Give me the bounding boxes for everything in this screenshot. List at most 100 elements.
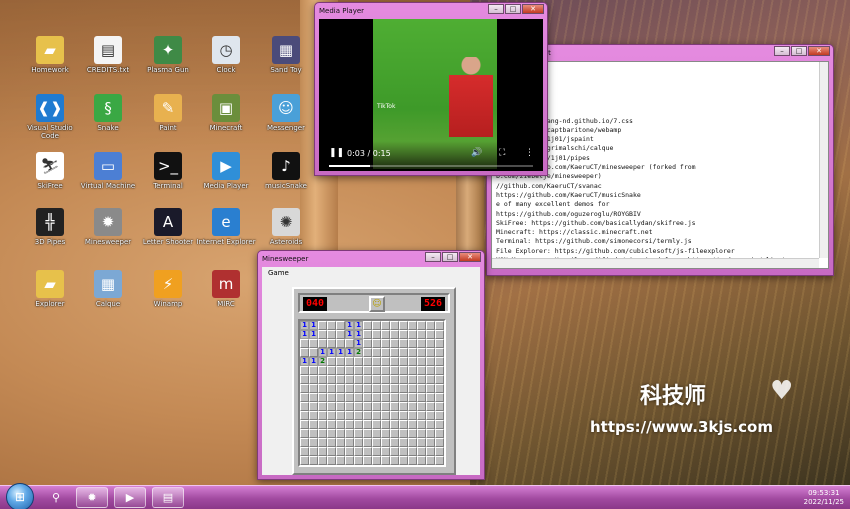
mine-cell[interactable] — [417, 330, 426, 339]
desktop-icon-plasma-gun[interactable]: ✦ Plasma Gun — [138, 36, 198, 74]
mine-cell[interactable] — [336, 456, 345, 465]
mine-cell[interactable] — [309, 438, 318, 447]
mine-cell[interactable] — [300, 348, 309, 357]
mine-cell[interactable] — [318, 339, 327, 348]
desktop-icon-folder[interactable]: ▰ Homework — [20, 36, 80, 74]
mine-cell[interactable] — [345, 366, 354, 375]
mine-cell[interactable] — [408, 330, 417, 339]
mine-cell[interactable] — [300, 429, 309, 438]
mine-cell[interactable] — [399, 429, 408, 438]
mine-cell[interactable] — [372, 402, 381, 411]
mine-cell[interactable] — [318, 393, 327, 402]
mine-cell[interactable]: 1 — [309, 321, 318, 330]
mine-cell[interactable] — [390, 420, 399, 429]
mine-cell[interactable] — [408, 366, 417, 375]
mine-cell[interactable] — [345, 384, 354, 393]
mine-cell[interactable] — [300, 339, 309, 348]
mine-cell[interactable] — [372, 321, 381, 330]
mine-cell[interactable] — [327, 321, 336, 330]
mine-cell[interactable] — [300, 393, 309, 402]
mine-cell[interactable] — [354, 357, 363, 366]
taskbar-text-editor[interactable]: ▤ — [152, 487, 184, 508]
mine-cell[interactable] — [408, 429, 417, 438]
mine-cell[interactable] — [381, 438, 390, 447]
desktop-icon-pipes[interactable]: ╬ 3D Pipes — [20, 208, 80, 246]
mine-cell[interactable] — [390, 393, 399, 402]
mine-cell[interactable]: 1 — [300, 321, 309, 330]
mine-cell[interactable] — [435, 456, 444, 465]
mine-cell[interactable] — [372, 411, 381, 420]
mine-cell[interactable] — [300, 384, 309, 393]
mine-cell[interactable] — [363, 348, 372, 357]
mine-cell[interactable] — [390, 339, 399, 348]
taskbar-minesweeper[interactable]: ✹ — [76, 487, 108, 508]
desktop-icon-minecraft[interactable]: ▣ Minecraft — [196, 94, 256, 132]
mine-cell[interactable] — [435, 375, 444, 384]
mine-cell[interactable] — [345, 429, 354, 438]
mine-cell[interactable] — [300, 456, 309, 465]
mine-cell[interactable]: 1 — [345, 348, 354, 357]
mine-cell[interactable] — [372, 438, 381, 447]
minimize-button[interactable]: – — [774, 46, 790, 56]
mine-cell[interactable]: 1 — [309, 357, 318, 366]
mine-cell[interactable] — [390, 366, 399, 375]
mine-cell[interactable] — [417, 429, 426, 438]
mine-cell[interactable] — [399, 402, 408, 411]
mine-cell[interactable] — [354, 366, 363, 375]
mine-cell[interactable] — [426, 339, 435, 348]
mine-cell[interactable] — [309, 384, 318, 393]
desktop-icon-terminal[interactable]: >_ Terminal — [138, 152, 198, 190]
mine-cell[interactable] — [408, 357, 417, 366]
mine-cell[interactable] — [300, 366, 309, 375]
mine-cell[interactable]: 1 — [300, 357, 309, 366]
mine-cell[interactable] — [345, 447, 354, 456]
mine-cell[interactable] — [435, 429, 444, 438]
mine-cell[interactable] — [417, 357, 426, 366]
mine-cell[interactable] — [435, 447, 444, 456]
mine-cell[interactable] — [372, 339, 381, 348]
desktop-icon-asteroids[interactable]: ✺ Asteroids — [256, 208, 316, 246]
mine-cell[interactable] — [327, 384, 336, 393]
mine-cell[interactable]: 1 — [345, 321, 354, 330]
mine-cell[interactable] — [300, 375, 309, 384]
desktop-icon-messenger[interactable]: ☺ Messenger — [256, 94, 316, 132]
mine-cell[interactable] — [309, 447, 318, 456]
mine-cell[interactable] — [372, 348, 381, 357]
mine-cell[interactable] — [417, 420, 426, 429]
mine-cell[interactable] — [300, 402, 309, 411]
mine-cell[interactable] — [435, 402, 444, 411]
mine-cell[interactable] — [417, 348, 426, 357]
mine-cell[interactable] — [372, 366, 381, 375]
mine-cell[interactable]: 1 — [318, 348, 327, 357]
mine-cell[interactable] — [354, 411, 363, 420]
mine-cell[interactable] — [426, 321, 435, 330]
mine-cell[interactable] — [435, 321, 444, 330]
more-options-icon[interactable]: ⋮ — [525, 148, 534, 158]
desktop-icon-sand-toy[interactable]: ▦ Sand Toy — [256, 36, 316, 74]
mine-cell[interactable] — [399, 357, 408, 366]
mine-cell[interactable] — [417, 339, 426, 348]
search-icon[interactable]: ⚲ — [52, 491, 60, 504]
mine-cell[interactable] — [417, 366, 426, 375]
mine-cell[interactable] — [327, 402, 336, 411]
mine-cell[interactable] — [345, 393, 354, 402]
mine-cell[interactable] — [336, 429, 345, 438]
mine-cell[interactable] — [318, 411, 327, 420]
mine-cell[interactable] — [390, 348, 399, 357]
mine-cell[interactable] — [435, 384, 444, 393]
mine-cell[interactable] — [426, 402, 435, 411]
mine-cell[interactable] — [390, 375, 399, 384]
mine-cell[interactable] — [345, 375, 354, 384]
mine-cell[interactable] — [309, 366, 318, 375]
mine-cell[interactable] — [300, 447, 309, 456]
close-button[interactable]: ✕ — [808, 46, 830, 56]
mine-cell[interactable] — [408, 375, 417, 384]
mine-cell[interactable] — [426, 429, 435, 438]
mine-cell[interactable] — [363, 330, 372, 339]
mine-cell[interactable] — [309, 429, 318, 438]
mine-cell[interactable]: 1 — [300, 330, 309, 339]
mine-cell[interactable] — [426, 420, 435, 429]
mine-cell[interactable] — [345, 420, 354, 429]
mine-cell[interactable] — [354, 438, 363, 447]
mine-cell[interactable] — [327, 366, 336, 375]
